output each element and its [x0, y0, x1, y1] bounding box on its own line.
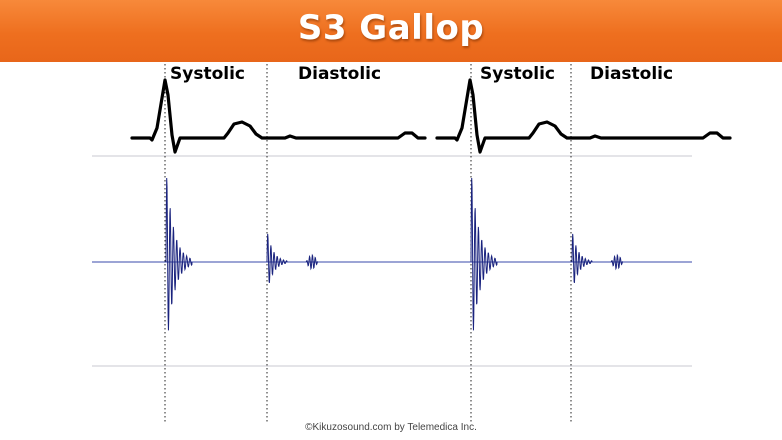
s1-burst-1 — [165, 177, 193, 331]
phonocardiogram — [92, 177, 692, 331]
label-diastolic-2: Diastolic — [590, 64, 674, 84]
ecg-beat-1 — [130, 78, 427, 154]
ecg-beat-2 — [435, 78, 732, 154]
s3-burst-2 — [610, 253, 624, 271]
copyright-footer: ©Kikuzosound.com by Telemedica Inc. — [305, 422, 477, 433]
ecg-trace — [130, 78, 732, 154]
grid-lines — [92, 155, 692, 367]
s3-burst-1 — [305, 253, 319, 271]
label-systolic-2: Systolic — [480, 64, 555, 84]
phase-dividers — [164, 64, 572, 422]
label-systolic-1: Systolic — [170, 64, 245, 84]
s1-burst-2 — [470, 177, 498, 331]
label-diastolic-1: Diastolic — [298, 64, 382, 84]
s2-burst-2 — [571, 233, 593, 284]
s2-burst-1 — [266, 233, 288, 284]
